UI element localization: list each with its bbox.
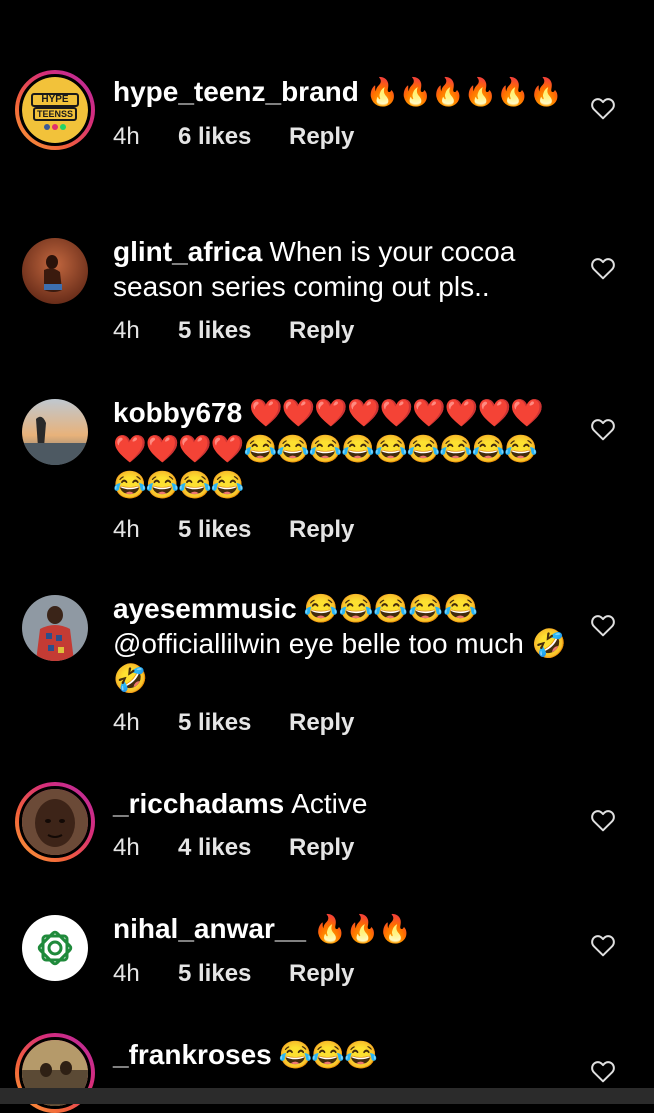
- comment-body: _ricchadams Active 4h 4 likes Reply: [113, 786, 568, 863]
- comment-time: 4h: [113, 123, 140, 150]
- comment-meta: 4h 5 likes Reply: [113, 316, 568, 346]
- comment-text: 🔥🔥🔥🔥🔥🔥: [365, 77, 563, 107]
- comment-body: ayesemmusic 😂😂😂😂😂 @officiallilwin eye bel…: [113, 591, 568, 738]
- heart-outline-icon[interactable]: [590, 933, 616, 957]
- heart-outline-icon[interactable]: [590, 1059, 616, 1083]
- comment-likes[interactable]: 4 likes: [178, 833, 289, 863]
- reply-button[interactable]: Reply: [289, 515, 354, 545]
- comment-username[interactable]: _frankroses: [113, 1039, 272, 1070]
- avatar[interactable]: [22, 238, 88, 304]
- comment-likes[interactable]: 6 likes: [178, 122, 289, 152]
- reply-button[interactable]: Reply: [289, 959, 354, 989]
- reply-button[interactable]: Reply: [289, 316, 354, 346]
- avatar-photo: [22, 789, 88, 855]
- comment-body: nihal_anwar__ 🔥🔥🔥 4h 5 likes Reply: [113, 911, 568, 989]
- comment-meta: 4h 4 likes Reply: [113, 833, 568, 863]
- avatar-photo: [22, 238, 88, 304]
- avatar-logo-text-bottom: TEENSS: [36, 109, 73, 119]
- comment-time: 4h: [113, 317, 140, 344]
- comment-meta: 4h 6 likes Reply: [113, 122, 568, 152]
- avatar-photo: [22, 399, 88, 465]
- comment-time: 4h: [113, 516, 140, 543]
- avatar[interactable]: [22, 915, 88, 981]
- comment-time: 4h: [113, 709, 140, 736]
- comment-username[interactable]: nihal_anwar__: [113, 913, 306, 944]
- heart-outline-icon[interactable]: [590, 613, 616, 637]
- comment-body: _frankroses 😂😂😂: [113, 1037, 568, 1073]
- comment-username[interactable]: _ricchadams: [113, 788, 284, 819]
- comment-likes[interactable]: 5 likes: [178, 316, 289, 346]
- reply-button[interactable]: Reply: [289, 833, 354, 863]
- comment-body: glint_africa When is your cocoa season se…: [113, 234, 568, 346]
- comment-meta: 4h 5 likes Reply: [113, 708, 568, 738]
- comment-username[interactable]: kobby678: [113, 397, 242, 428]
- avatar[interactable]: HYPE TEENSS: [15, 70, 95, 150]
- comment-text: 😂😂😂: [278, 1040, 378, 1070]
- comment-time: 4h: [113, 834, 140, 861]
- comment-text: 🔥🔥🔥: [312, 914, 412, 944]
- comment-meta: 4h 5 likes Reply: [113, 959, 568, 989]
- avatar[interactable]: [22, 399, 88, 465]
- bottom-edge-bar: [0, 1088, 654, 1104]
- comment-body: hype_teenz_brand 🔥🔥🔥🔥🔥🔥 4h 6 likes Reply: [113, 74, 568, 152]
- heart-outline-icon[interactable]: [590, 256, 616, 280]
- comment-likes[interactable]: 5 likes: [178, 515, 289, 545]
- comment-text: Active: [291, 788, 368, 819]
- avatar-photo: [22, 595, 88, 661]
- avatar[interactable]: [15, 782, 95, 862]
- reply-button[interactable]: Reply: [289, 708, 354, 738]
- comment-likes[interactable]: 5 likes: [178, 959, 289, 989]
- comment-time: 4h: [113, 960, 140, 987]
- comment-username[interactable]: glint_africa: [113, 236, 262, 267]
- comment-username[interactable]: ayesemmusic: [113, 593, 297, 624]
- heart-outline-icon[interactable]: [590, 96, 616, 120]
- avatar[interactable]: [22, 595, 88, 661]
- comment-username[interactable]: hype_teenz_brand: [113, 76, 359, 107]
- avatar-emblem: [22, 915, 88, 981]
- comment-likes[interactable]: 5 likes: [178, 708, 289, 738]
- comment-body: kobby678 ❤️❤️❤️❤️❤️❤️❤️❤️❤️❤️❤️❤️❤️😂😂😂😂😂😂…: [113, 395, 568, 545]
- comment-meta: 4h 5 likes Reply: [113, 515, 568, 545]
- heart-outline-icon[interactable]: [590, 417, 616, 441]
- avatar-logo-text-top: HYPE: [41, 94, 69, 105]
- heart-outline-icon[interactable]: [590, 808, 616, 832]
- reply-button[interactable]: Reply: [289, 122, 354, 152]
